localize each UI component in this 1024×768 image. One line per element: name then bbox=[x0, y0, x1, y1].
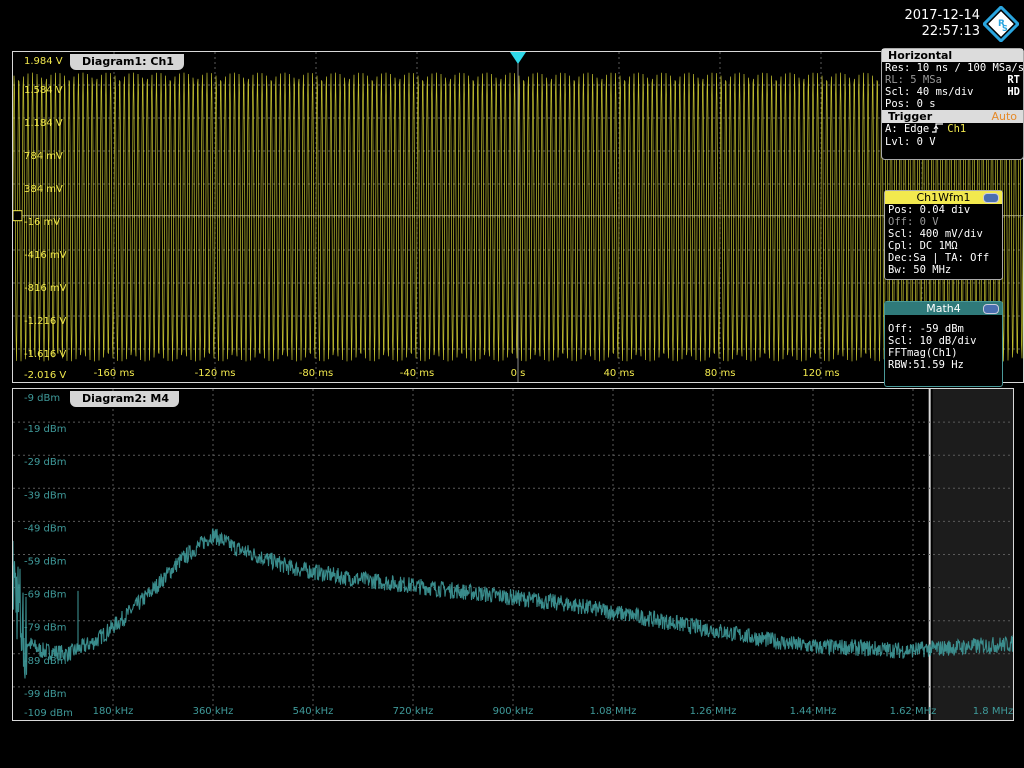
ch1-dec: Dec:Sa | TA: Off bbox=[888, 252, 990, 264]
y-tick-label: -1.216 V bbox=[24, 316, 66, 327]
x-tick-label: -80 ms bbox=[299, 368, 333, 379]
x-tick-label: 0 s bbox=[511, 368, 526, 379]
x-tick-label: 360 kHz bbox=[193, 706, 234, 717]
rising-edge-icon bbox=[932, 123, 944, 136]
trigger-source[interactable]: Ch1 bbox=[947, 123, 966, 136]
math4-off: Off: -59 dBm bbox=[888, 323, 964, 335]
x-tick-label: -40 ms bbox=[400, 368, 434, 379]
y-tick-label: -816 mV bbox=[24, 283, 67, 294]
horizontal-trigger-panel[interactable]: Horizontal Res: 10 ns / 100 MSa/s RL: 5 … bbox=[881, 48, 1024, 160]
y-tick-label: -69 dBm bbox=[24, 590, 66, 601]
ch1-wfm1-header[interactable]: Ch1Wfm1 bbox=[885, 191, 1002, 204]
minimize-icon[interactable] bbox=[983, 304, 999, 314]
math4-title: Math4 bbox=[926, 302, 961, 315]
ch1-scl: Scl: 400 mV/div bbox=[888, 228, 983, 240]
y-tick-label: -19 dBm bbox=[24, 424, 66, 435]
x-tick-label: 180 kHz bbox=[93, 706, 134, 717]
trigger-level: Lvl: 0 V bbox=[885, 136, 936, 148]
x-tick-label: 1.62 MHz bbox=[890, 706, 937, 717]
ch1-wfm1-box[interactable]: Ch1Wfm1 Pos: 0.04 div Off: 0 V Scl: 400 … bbox=[884, 190, 1003, 280]
math4-header[interactable]: Math4 bbox=[885, 302, 1002, 315]
ch1-wfm1-title: Ch1Wfm1 bbox=[916, 191, 971, 204]
trigger-edge: A: Edge bbox=[885, 123, 930, 135]
x-tick-label: 720 kHz bbox=[393, 706, 434, 717]
svg-text:S: S bbox=[1002, 24, 1008, 33]
horizontal-rl: RL: 5 MSa bbox=[885, 74, 942, 86]
math4-box[interactable]: Math4 Off: -59 dBm Scl: 10 dB/div FFTmag… bbox=[884, 301, 1003, 387]
ch1-pos: Pos: 0.04 div bbox=[888, 204, 971, 216]
diagram2-plot[interactable]: -9 dBm -19 dBm -29 dBm -39 dBm -49 dBm -59 dB… bbox=[13, 389, 1013, 720]
y-tick-label: -1.616 V bbox=[24, 349, 66, 360]
ch1-reference-marker[interactable] bbox=[13, 210, 23, 222]
horizontal-res: Res: 10 ns / 100 MSa/s bbox=[885, 62, 1024, 74]
diagram2-m4[interactable]: -9 dBm -19 dBm -29 dBm -39 dBm -49 dBm -59 dB… bbox=[12, 388, 1014, 721]
x-tick-label: -160 ms bbox=[94, 368, 135, 379]
y-tick-label: 784 mV bbox=[24, 151, 63, 162]
y-tick-label: -109 dBm bbox=[24, 708, 73, 719]
y-tick-label: 1.584 V bbox=[24, 85, 63, 96]
date-label: 2017-12-14 bbox=[904, 8, 980, 23]
y-tick-label: -59 dBm bbox=[24, 557, 66, 568]
y-tick-label: -49 dBm bbox=[24, 523, 66, 534]
ch1-bw: Bw: 50 MHz bbox=[888, 264, 952, 276]
x-tick-label: 1.26 MHz bbox=[690, 706, 737, 717]
math4-rbw: RBW:51.59 Hz bbox=[888, 359, 964, 371]
ch1-off: Off: 0 V bbox=[888, 216, 939, 228]
diagram1-plot[interactable]: 1.984 V 1.584 V 1.184 V 784 mV 384 mV -16 mV -… bbox=[13, 52, 1023, 382]
y-tick-label: 1.184 V bbox=[24, 118, 63, 129]
x-tick-label: 120 ms bbox=[802, 368, 839, 379]
y-tick-label: -2.016 V bbox=[24, 370, 66, 381]
diagram1-ch1[interactable]: 1.984 V 1.584 V 1.184 V 784 mV 384 mV -16 mV -… bbox=[12, 51, 1024, 383]
y-tick-label: -9 dBm bbox=[24, 393, 60, 404]
y-tick-label: -29 dBm bbox=[24, 457, 66, 468]
x-tick-label: 540 kHz bbox=[293, 706, 334, 717]
math4-fft: FFTmag(Ch1) bbox=[888, 347, 958, 359]
horizontal-scl: Scl: 40 ms/div bbox=[885, 86, 974, 98]
y-tick-label: 1.984 V bbox=[24, 56, 63, 67]
y-tick-label: -89 dBm bbox=[24, 656, 66, 667]
hd-badge[interactable]: HD bbox=[1007, 86, 1020, 98]
y-tick-label: -39 dBm bbox=[24, 490, 66, 501]
rohde-schwarz-logo[interactable]: R S bbox=[981, 4, 1021, 44]
x-tick-label: 900 kHz bbox=[493, 706, 534, 717]
trigger-title: Trigger bbox=[888, 110, 933, 123]
date-time: 2017-12-14 22:57:13 bbox=[880, 8, 980, 40]
trigger-mode[interactable]: Auto bbox=[991, 110, 1017, 123]
rt-badge[interactable]: RT bbox=[1007, 74, 1020, 86]
trigger-position-marker[interactable] bbox=[510, 52, 526, 64]
trigger-title-bar[interactable]: Trigger Auto bbox=[882, 110, 1023, 123]
horizontal-pos: Pos: 0 s bbox=[885, 98, 936, 110]
y-tick-label: 384 mV bbox=[24, 184, 63, 195]
y-tick-label: -99 dBm bbox=[24, 689, 66, 700]
horizontal-panel-title[interactable]: Horizontal bbox=[882, 49, 1023, 62]
diagram2-title[interactable]: Diagram2: M4 bbox=[70, 391, 179, 407]
x-tick-label: -120 ms bbox=[195, 368, 236, 379]
x-tick-label: 80 ms bbox=[705, 368, 736, 379]
y-tick-label: -16 mV bbox=[24, 217, 60, 228]
y-tick-label: -79 dBm bbox=[24, 623, 66, 634]
x-tick-label: 1.08 MHz bbox=[590, 706, 637, 717]
y-tick-label: -416 mV bbox=[24, 250, 67, 261]
time-label: 22:57:13 bbox=[921, 24, 980, 39]
minimize-icon[interactable] bbox=[983, 193, 999, 203]
x-tick-label: 40 ms bbox=[604, 368, 635, 379]
math4-scl: Scl: 10 dB/div bbox=[888, 335, 977, 347]
diagram1-title[interactable]: Diagram1: Ch1 bbox=[70, 54, 184, 70]
grid bbox=[13, 389, 1013, 720]
x-tick-label: 1.8 MHz bbox=[973, 706, 1013, 717]
x-tick-label: 1.44 MHz bbox=[790, 706, 837, 717]
ch1-cpl: Cpl: DC 1MΩ bbox=[888, 240, 958, 252]
